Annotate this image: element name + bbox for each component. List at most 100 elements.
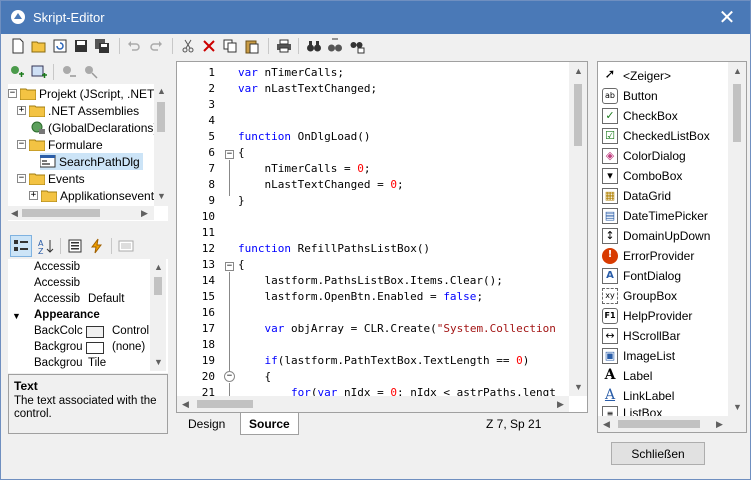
tree-item-project[interactable]: − Projekt (JScript, .NET 2. bbox=[8, 85, 167, 102]
tree-item-formulare[interactable]: − Formulare bbox=[17, 136, 103, 153]
collapse-category-icon[interactable]: ▼ bbox=[12, 311, 21, 321]
toolbox-item-checkedlistbox[interactable]: ☑ CheckedListBox bbox=[598, 126, 728, 146]
collapse-toggle[interactable]: − bbox=[8, 89, 17, 98]
scroll-down-arrow-icon[interactable]: ▼ bbox=[154, 357, 163, 367]
toolbox-item-listbox[interactable]: ≡ ListBox bbox=[598, 406, 728, 416]
toolbox-item-helpprovider[interactable]: F1 HelpProvider bbox=[598, 306, 728, 326]
expand-toggle[interactable]: + bbox=[29, 191, 38, 200]
find-next-icon[interactable] bbox=[327, 38, 343, 54]
scroll-left-arrow-icon[interactable]: ◀ bbox=[182, 399, 189, 410]
close-dialog-button[interactable]: Schließen bbox=[611, 442, 705, 465]
item-properties-icon[interactable] bbox=[83, 64, 99, 80]
property-row[interactable]: Accessib Default bbox=[8, 293, 148, 309]
scroll-down-arrow-icon[interactable]: ▼ bbox=[574, 382, 583, 392]
tree-horizontal-scrollbar[interactable]: ◀ ▶ bbox=[8, 206, 154, 220]
add-form-icon[interactable] bbox=[31, 64, 47, 80]
scroll-thumb[interactable] bbox=[618, 420, 700, 428]
window-close-button[interactable]: ✕ bbox=[704, 1, 750, 34]
add-item-icon[interactable] bbox=[9, 64, 25, 80]
tree-item-events[interactable]: − Events bbox=[17, 170, 85, 187]
fold-toggle[interactable]: − bbox=[225, 262, 234, 271]
property-category-appearance[interactable]: ▼ Appearance bbox=[8, 309, 148, 325]
scroll-up-arrow-icon[interactable]: ▲ bbox=[733, 66, 742, 76]
scroll-thumb[interactable] bbox=[733, 84, 741, 142]
open-folder-icon[interactable] bbox=[31, 38, 47, 54]
scroll-up-arrow-icon[interactable]: ▲ bbox=[154, 262, 163, 272]
tree-item-applikationsevents[interactable]: + Applikationsevent bbox=[29, 187, 154, 204]
scroll-down-arrow-icon[interactable]: ▼ bbox=[157, 191, 166, 201]
property-value[interactable]: Default bbox=[88, 293, 124, 305]
redo-icon[interactable] bbox=[148, 38, 164, 54]
toolbox-item-fontdialog[interactable]: A FontDialog bbox=[598, 266, 728, 286]
copy-icon[interactable] bbox=[222, 38, 238, 54]
scroll-right-arrow-icon[interactable]: ▶ bbox=[557, 399, 564, 410]
collapse-toggle[interactable]: − bbox=[17, 174, 26, 183]
property-pages-icon[interactable] bbox=[118, 238, 134, 254]
events-icon[interactable] bbox=[89, 238, 105, 254]
toolbox-item-imagelist[interactable]: ▣ ImageList bbox=[598, 346, 728, 366]
property-value[interactable]: Control bbox=[112, 325, 149, 337]
properties-vertical-scrollbar[interactable]: ▲ ▼ bbox=[150, 259, 166, 371]
scroll-up-arrow-icon[interactable]: ▲ bbox=[157, 86, 166, 96]
replace-icon[interactable] bbox=[349, 38, 365, 54]
scroll-down-arrow-icon[interactable]: ▼ bbox=[733, 402, 742, 412]
scroll-thumb[interactable] bbox=[197, 400, 253, 408]
tree-vertical-scrollbar[interactable]: ▲ ▼ bbox=[154, 84, 168, 206]
remove-item-icon[interactable] bbox=[61, 64, 77, 80]
tree-item-searchpathdlg[interactable]: SearchPathDlg bbox=[40, 153, 143, 170]
alphabetical-sort-icon[interactable]: AZ bbox=[38, 238, 54, 254]
property-row[interactable]: Accessib bbox=[8, 261, 148, 277]
toolbox-item-domainupdown[interactable]: ↕ DomainUpDown bbox=[598, 226, 728, 246]
editor-vertical-scrollbar[interactable]: ▲ ▼ bbox=[569, 62, 587, 396]
scroll-thumb[interactable] bbox=[574, 84, 582, 146]
toolbox-item-pointer[interactable]: ➚ <Zeiger> bbox=[598, 66, 728, 86]
scroll-right-arrow-icon[interactable]: ▶ bbox=[141, 208, 148, 219]
toolbox-horizontal-scrollbar[interactable]: ◀ ▶ bbox=[598, 416, 746, 432]
toolbox-item-datagrid[interactable]: ▦ DataGrid bbox=[598, 186, 728, 206]
scroll-thumb[interactable] bbox=[22, 209, 100, 217]
properties-icon[interactable] bbox=[67, 238, 83, 254]
toolbox-item-checkbox[interactable]: ✓ CheckBox bbox=[598, 106, 728, 126]
toolbox-item-combobox[interactable]: ▾ ComboBox bbox=[598, 166, 728, 186]
toolbox-item-hscrollbar[interactable]: ↔ HScrollBar bbox=[598, 326, 728, 346]
cut-icon[interactable] bbox=[180, 38, 196, 54]
toolbox-item-linklabel[interactable]: A LinkLabel bbox=[598, 386, 728, 406]
toolbox-item-label[interactable]: A Label bbox=[598, 366, 728, 386]
property-row[interactable]: Backgrou Tile bbox=[8, 357, 148, 373]
property-value[interactable]: (none) bbox=[112, 341, 145, 353]
fold-toggle[interactable]: − bbox=[224, 371, 235, 382]
scroll-thumb[interactable] bbox=[157, 102, 165, 132]
toolbox-item-groupbox[interactable]: xy GroupBox bbox=[598, 286, 728, 306]
delete-icon[interactable] bbox=[201, 38, 217, 54]
paste-icon[interactable] bbox=[244, 38, 260, 54]
code-editor[interactable]: 1 2 3 4 5 6 7 8 9 10 11 12 13 14 15 16 1… bbox=[176, 61, 588, 413]
tree-item-net-assemblies[interactable]: + .NET Assemblies bbox=[17, 102, 139, 119]
new-file-icon[interactable] bbox=[10, 38, 26, 54]
scroll-thumb[interactable] bbox=[154, 277, 162, 295]
toolbox-item-datetimepicker[interactable]: ▤ DateTimePicker bbox=[598, 206, 728, 226]
scroll-left-arrow-icon[interactable]: ◀ bbox=[603, 419, 610, 430]
undo-icon[interactable] bbox=[126, 38, 142, 54]
property-row[interactable]: BackColc Control bbox=[8, 325, 149, 341]
find-icon[interactable] bbox=[306, 38, 322, 54]
scroll-up-arrow-icon[interactable]: ▲ bbox=[574, 66, 583, 76]
scroll-left-arrow-icon[interactable]: ◀ bbox=[11, 208, 18, 219]
expand-toggle[interactable]: + bbox=[17, 106, 26, 115]
tree-item-global-declarations[interactable]: (GlobalDeclarations) bbox=[29, 119, 157, 136]
property-row[interactable]: Backgrou (none) bbox=[8, 341, 148, 357]
editor-horizontal-scrollbar[interactable]: ◀ ▶ bbox=[177, 396, 569, 412]
tab-source[interactable]: Source bbox=[240, 413, 299, 435]
categorized-view-button[interactable] bbox=[10, 235, 32, 257]
print-icon[interactable] bbox=[276, 38, 292, 54]
toolbox-item-errorprovider[interactable]: ! ErrorProvider bbox=[598, 246, 728, 266]
save-icon[interactable] bbox=[73, 38, 89, 54]
fold-toggle[interactable]: − bbox=[225, 150, 234, 159]
scroll-right-arrow-icon[interactable]: ▶ bbox=[716, 419, 723, 430]
save-all-icon[interactable] bbox=[94, 38, 110, 54]
property-row[interactable]: Accessib bbox=[8, 277, 148, 293]
collapse-toggle[interactable]: − bbox=[17, 140, 26, 149]
toolbox-item-colordialog[interactable]: ◈ ColorDialog bbox=[598, 146, 728, 166]
reload-icon[interactable] bbox=[52, 38, 68, 54]
toolbox-item-button[interactable]: ab Button bbox=[598, 86, 728, 106]
toolbox-vertical-scrollbar[interactable]: ▲ ▼ bbox=[728, 62, 746, 416]
